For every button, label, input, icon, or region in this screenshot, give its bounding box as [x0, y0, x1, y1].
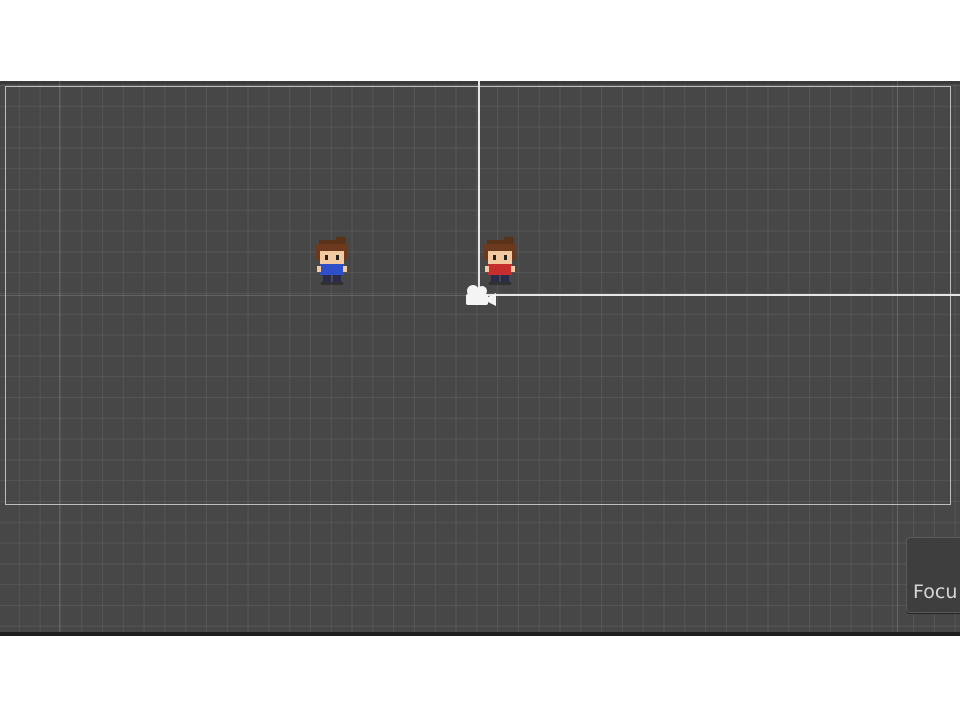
character-sprite-blue-icon — [316, 237, 348, 285]
scene-view[interactable]: Focu — [0, 81, 960, 636]
camera-icon[interactable] — [462, 283, 498, 311]
scene-view-bottom-edge — [0, 632, 960, 636]
transform-axis-x[interactable] — [480, 294, 960, 296]
red-shirt-character[interactable] — [480, 236, 520, 288]
focus-button[interactable]: Focu — [906, 537, 960, 613]
scene-view-top-edge — [0, 81, 960, 84]
focus-button-label: Focu — [913, 581, 958, 603]
blue-shirt-character[interactable] — [312, 236, 352, 288]
character-sprite-red-icon — [484, 237, 516, 285]
